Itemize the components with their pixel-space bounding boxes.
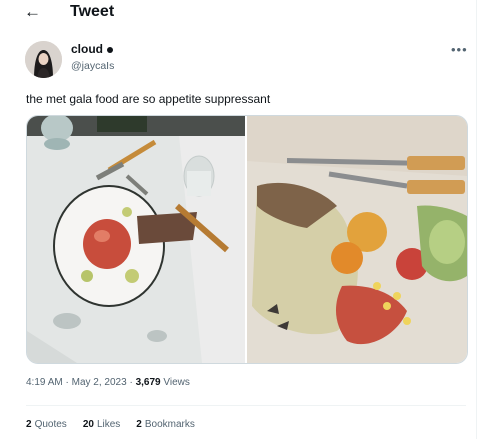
quotes-label: Quotes: [34, 419, 67, 430]
quotes-stat[interactable]: 2 Quotes: [26, 419, 67, 430]
header: ← Tweet: [0, 0, 476, 26]
media-image-1[interactable]: [27, 116, 245, 363]
divider: [26, 405, 466, 406]
meta-separator: ·: [129, 377, 133, 388]
likes-label: Likes: [96, 419, 121, 430]
likes-count: 20: [82, 419, 94, 430]
avatar[interactable]: [25, 41, 62, 78]
likes-stat[interactable]: 20 Likes: [83, 419, 120, 430]
tweet-text: the met gala food are so appetite suppre…: [26, 92, 271, 106]
tweet-time[interactable]: 4:19 AM: [26, 377, 63, 388]
meta-separator: ·: [65, 377, 69, 388]
bookmarks-stat[interactable]: 2 Bookmarks: [136, 419, 195, 430]
quotes-count: 2: [26, 419, 32, 430]
media-image-2[interactable]: [247, 116, 467, 363]
tweet-meta: 4:19 AM · May 2, 2023 · 3,679 Views: [26, 377, 190, 388]
more-options-icon[interactable]: •••: [451, 42, 468, 57]
views-label: Views: [163, 377, 190, 388]
tweet-stats: 2 Quotes 20 Likes 2 Bookmarks: [26, 419, 195, 430]
tweet-date[interactable]: May 2, 2023: [72, 377, 127, 388]
author-name-text[interactable]: cloud: [71, 42, 103, 56]
bookmarks-label: Bookmarks: [144, 419, 195, 430]
verified-dot-icon: [107, 46, 113, 53]
page-title: Tweet: [70, 3, 115, 20]
back-arrow-icon[interactable]: ←: [24, 2, 41, 22]
author-handle[interactable]: @jaycaIs: [71, 60, 114, 72]
views-count: 3,679: [135, 377, 161, 388]
tweet-page: ← Tweet cloud @jaycaIs ••• the met gala …: [0, 0, 477, 439]
bookmarks-count: 2: [136, 419, 142, 430]
author-name[interactable]: cloud: [71, 42, 113, 56]
media-grid: [26, 115, 468, 364]
